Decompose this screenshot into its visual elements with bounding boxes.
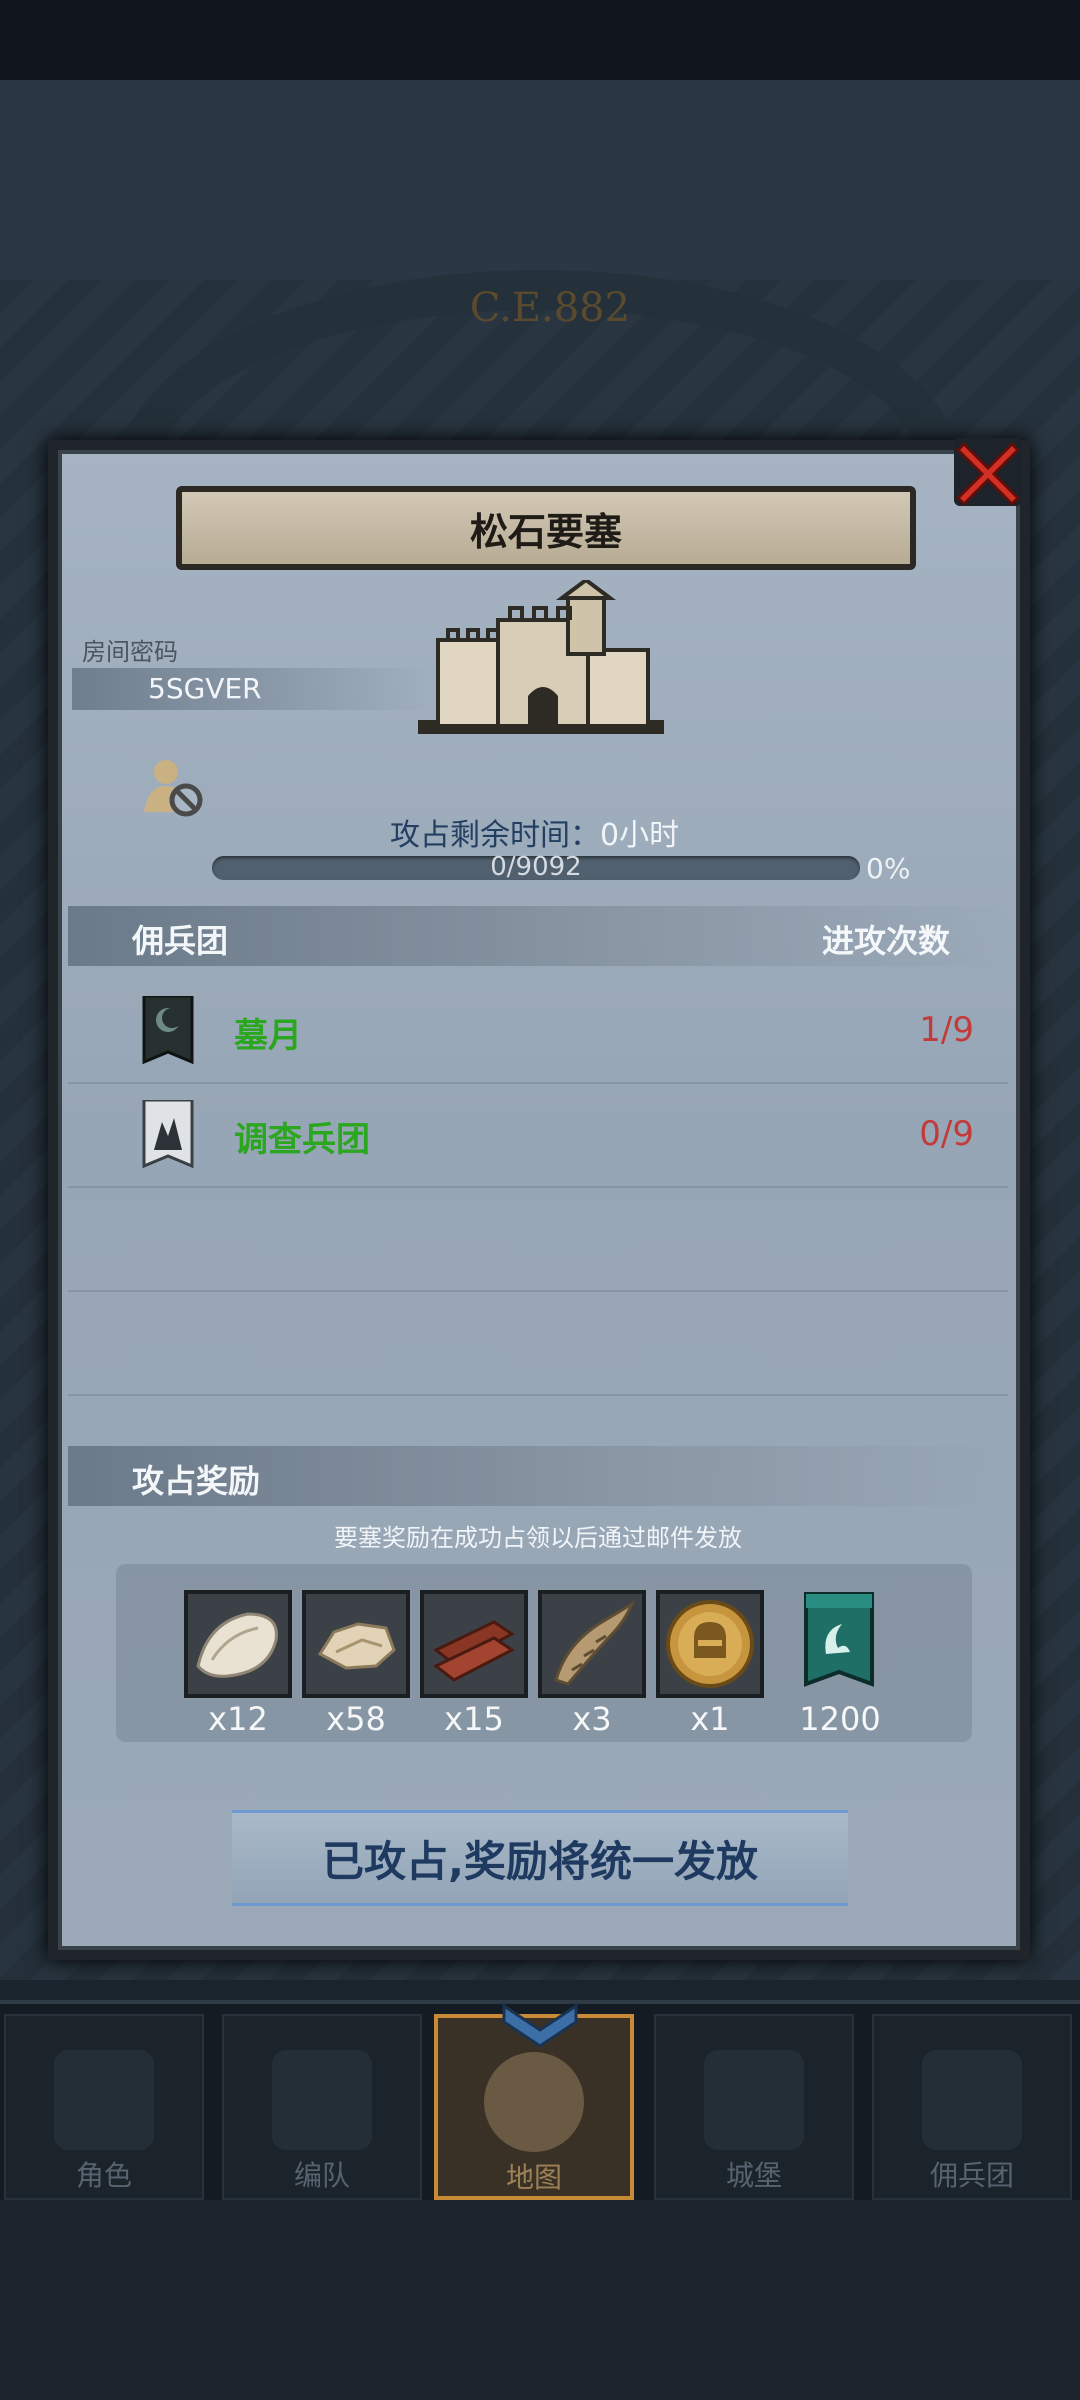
knight-icon: [54, 2050, 154, 2150]
footer-area: [0, 2200, 1080, 2400]
no-user-icon[interactable]: [140, 756, 208, 820]
tab-castle[interactable]: 城堡: [654, 2014, 854, 2200]
reward-item-count: x1: [690, 1700, 730, 1738]
tab-mercenary-label: 佣兵团: [929, 2159, 1014, 2192]
game-screen: C.E.882 松石要塞 房间密码 5SGVER 攻占剩余时间：0小时 0/90…: [0, 0, 1080, 2400]
room-password-value[interactable]: 5SGVER: [148, 672, 262, 705]
dark-banner-icon: [142, 996, 194, 1065]
horn-icon: [554, 1600, 636, 1686]
castle-icon: [704, 2050, 804, 2150]
fur-icon: [196, 1612, 278, 1678]
fortress-title: 松石要塞: [469, 509, 622, 554]
reward-item-count: x58: [326, 1700, 386, 1738]
guild-name: 调查兵团: [234, 1120, 370, 1160]
cavalry-icon: [272, 2050, 372, 2150]
guild-attack-count: 0/9: [919, 1114, 974, 1154]
fortress-castle-icon: [418, 580, 664, 734]
tab-character-label: 角色: [75, 2159, 132, 2192]
chevron-down-icon: [502, 2003, 578, 2048]
reward-item[interactable]: [302, 1590, 410, 1698]
guild-row[interactable]: 墓月 1/9: [68, 980, 1008, 1084]
remaining-time-label: 攻占剩余时间：: [390, 818, 600, 853]
reward-item-count: x12: [208, 1700, 268, 1738]
reward-item-count: x3: [572, 1700, 612, 1738]
reward-item-count: 1200: [799, 1700, 881, 1738]
reward-item-count: x15: [444, 1700, 504, 1738]
captured-status-button[interactable]: 已攻占,奖励将统一发放: [232, 1810, 848, 1906]
white-banner-icon: [142, 1100, 194, 1169]
helmet-coin-icon: [666, 1600, 754, 1688]
guild-row[interactable]: 调查兵团 0/9: [68, 1084, 1008, 1188]
mercenary-icon: [922, 2050, 1022, 2150]
tab-formation[interactable]: 编队: [222, 2014, 422, 2200]
reward-note: 要塞奖励在成功占领以后通过邮件发放: [334, 1524, 742, 1552]
guild-attack-count: 1/9: [919, 1010, 974, 1050]
reward-section-title: 攻占奖励: [132, 1462, 261, 1500]
reward-item[interactable]: [656, 1590, 764, 1698]
compass-map-icon: [484, 2052, 584, 2152]
tab-formation-label: 编队: [293, 2159, 350, 2192]
era-year-label: C.E.882: [469, 285, 631, 331]
remaining-time-value: 0小时: [600, 818, 680, 853]
mercenary-section-title: 佣兵团: [132, 922, 229, 960]
reward-item[interactable]: [184, 1590, 292, 1698]
reward-item[interactable]: [420, 1590, 528, 1698]
remaining-time: 攻占剩余时间：0小时: [390, 810, 679, 854]
reward-item[interactable]: [538, 1590, 646, 1698]
guild-name: 墓月: [234, 1016, 302, 1056]
tab-map-label: 地图: [505, 2161, 562, 2194]
dimmed-header: [0, 80, 1080, 280]
tab-character[interactable]: 角色: [4, 2014, 204, 2200]
close-icon[interactable]: [946, 430, 1030, 514]
guild-token-icon[interactable]: [802, 1590, 876, 1698]
capture-progress-text: 0/9092: [490, 852, 582, 882]
tab-mercenary[interactable]: 佣兵团: [872, 2014, 1072, 2200]
leather-icon: [317, 1622, 396, 1670]
wood-planks-icon: [433, 1620, 515, 1682]
capture-progress-percent: 0%: [866, 852, 911, 885]
empty-guild-row: [68, 1188, 1008, 1292]
empty-guild-row: [68, 1292, 1008, 1396]
status-bar: [0, 0, 1080, 80]
room-password-label: 房间密码: [82, 638, 178, 666]
tab-castle-label: 城堡: [725, 2159, 782, 2192]
captured-status-label: 已攻占,奖励将统一发放: [322, 1836, 758, 1886]
attack-count-header: 进攻次数: [822, 922, 951, 960]
fortress-title-banner: 松石要塞: [176, 486, 916, 570]
